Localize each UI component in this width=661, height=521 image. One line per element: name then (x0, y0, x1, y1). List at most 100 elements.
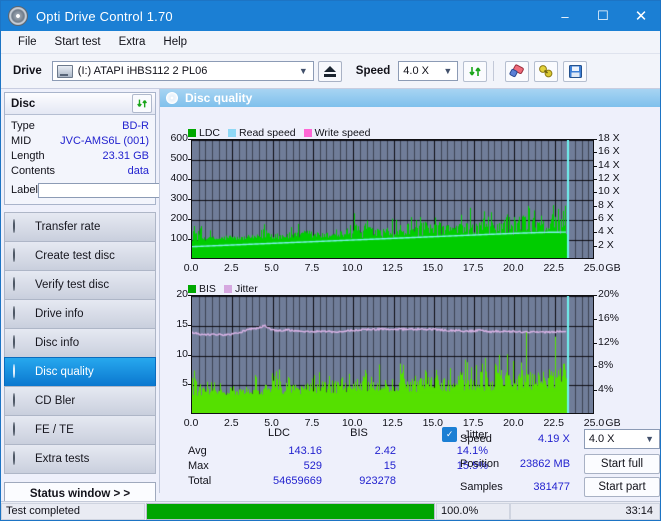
content-panel: Disc quality LDCRead speedWrite speed 60… (159, 89, 660, 493)
speed-select-value: 4.0 X (403, 65, 429, 77)
y-axis-tick (188, 179, 191, 180)
disc-row-type: Type BD-R (11, 118, 149, 133)
y-axis-tick (188, 159, 191, 160)
sidebar-item-label: Extra tests (35, 453, 89, 465)
x-axis-unit-label: GB (603, 417, 623, 429)
refresh-button[interactable] (463, 61, 487, 82)
y-axis-tick (188, 295, 191, 296)
x-axis-tick-label: 17.5 (451, 262, 495, 274)
y2-axis-tick-label: 16% (598, 312, 619, 324)
settings-button[interactable] (534, 61, 558, 82)
samples-label: Samples (460, 481, 511, 493)
legend-swatch (188, 285, 196, 293)
y2-axis-tick-label: 4% (598, 383, 613, 395)
stats-col-bis: BIS (322, 427, 396, 442)
x-axis-tick-label: 22.5 (532, 262, 576, 274)
y2-axis-tick-label: 6 X (598, 212, 614, 224)
stats-avg-bis: 2.42 (322, 445, 396, 457)
disc-icon (13, 307, 28, 322)
menu-start-test[interactable]: Start test (46, 34, 110, 50)
sidebar-item-label: Disc quality (35, 366, 94, 378)
eject-button[interactable] (318, 61, 342, 82)
sidebar-item-transfer-rate[interactable]: Transfer rate (4, 212, 156, 241)
y-axis-tick-label: 600 (161, 132, 188, 144)
legend-label: Jitter (235, 283, 258, 295)
y-axis-tick (188, 355, 191, 356)
disc-icon (13, 365, 28, 380)
save-button[interactable] (563, 61, 587, 82)
sidebar-item-disc-info[interactable]: Disc info (4, 328, 156, 357)
bis-plot-area[interactable] (191, 295, 594, 414)
sidebar-item-verify-test-disc[interactable]: Verify test disc (4, 270, 156, 299)
sidebar: Disc Type BD-R MID JVC- (1, 89, 159, 493)
y2-axis-tick (594, 343, 597, 344)
floppy-save-icon (568, 64, 583, 79)
sidebar-item-label: Create test disc (35, 250, 115, 262)
y2-axis-tick-label: 4 X (598, 225, 614, 237)
y-axis-tick-label: 20 (161, 288, 188, 300)
y2-axis-tick-label: 2 X (598, 239, 614, 251)
sidebar-item-fe-te[interactable]: FE / TE (4, 415, 156, 444)
y-axis-tick-label: 200 (161, 212, 188, 224)
result-speed-select[interactable]: 4.0 X ▼ (584, 429, 660, 449)
erase-button[interactable] (505, 61, 529, 82)
menu-help[interactable]: Help (154, 34, 196, 50)
bis-chart-legend: BIS Jitter (188, 283, 262, 295)
disc-row-contents-value: data (128, 165, 149, 177)
content-header: Disc quality (160, 89, 660, 107)
x-axis-tick-label: 7.5 (290, 262, 334, 274)
disc-panel-header: Disc (5, 93, 155, 115)
menu-extra[interactable]: Extra (110, 34, 155, 50)
legend-swatch (224, 285, 232, 293)
minimize-button[interactable]: – (546, 1, 584, 31)
y2-axis-tick (594, 232, 597, 233)
legend-label: Write speed (315, 127, 371, 139)
y2-axis-tick-label: 14 X (598, 159, 620, 171)
stats-avg-ldc: 143.16 (236, 445, 322, 457)
progress-fill (147, 504, 434, 519)
disc-icon (13, 220, 28, 235)
y-axis-tick-label: 5 (161, 377, 188, 389)
x-axis-tick-label: 10.0 (330, 262, 374, 274)
start-full-button[interactable]: Start full (584, 454, 660, 474)
page-title: Disc quality (185, 91, 252, 105)
sidebar-item-cd-bler[interactable]: CD Bler (4, 386, 156, 415)
start-part-button[interactable]: Start part (584, 477, 660, 497)
y-axis-tick (188, 199, 191, 200)
toolbar-divider (493, 61, 494, 81)
speed-readout-label: Speed (460, 433, 510, 445)
x-axis-tick-label: 22.5 (532, 417, 576, 429)
ldc-plot-area[interactable] (191, 139, 594, 259)
legend-entry: LDC (188, 127, 220, 139)
y-axis-tick (188, 139, 191, 140)
menu-file[interactable]: File (9, 34, 46, 50)
x-axis-tick-label: 0.0 (169, 262, 213, 274)
disc-row-contents-key: Contents (11, 165, 55, 177)
sidebar-item-label: CD Bler (35, 395, 75, 407)
drive-select[interactable]: (I:) ATAPI iHBS112 2 PL06 ▼ (52, 61, 314, 81)
sidebar-item-drive-info[interactable]: Drive info (4, 299, 156, 328)
position-value: 23862 MB (511, 458, 571, 470)
disc-row-type-value: BD-R (122, 120, 149, 132)
y2-axis-tick (594, 192, 597, 193)
disc-panel: Disc Type BD-R MID JVC- (4, 92, 156, 205)
sidebar-item-disc-quality[interactable]: Disc quality (4, 357, 156, 386)
y2-axis-tick-label: 16 X (598, 145, 620, 157)
y-axis-tick-label: 100 (161, 232, 188, 244)
sidebar-item-extra-tests[interactable]: Extra tests (4, 444, 156, 474)
close-button[interactable]: ✕ (622, 1, 660, 31)
disc-icon (13, 336, 28, 351)
x-axis-tick-label: 15.0 (411, 262, 455, 274)
jitter-checkbox[interactable]: ✓ (442, 427, 457, 442)
speed-select[interactable]: 4.0 X ▼ (398, 61, 458, 81)
y-axis-tick-label: 300 (161, 192, 188, 204)
y2-axis-tick-label: 18 X (598, 132, 620, 144)
x-axis-unit-label: GB (603, 262, 623, 274)
y-axis-tick-label: 500 (161, 152, 188, 164)
disc-refresh-button[interactable] (132, 94, 152, 113)
maximize-button[interactable]: ☐ (584, 1, 622, 31)
sidebar-item-create-test-disc[interactable]: Create test disc (4, 241, 156, 270)
disc-panel-title: Disc (11, 98, 35, 110)
legend-label: BIS (199, 283, 216, 295)
refresh-icon (468, 64, 483, 79)
